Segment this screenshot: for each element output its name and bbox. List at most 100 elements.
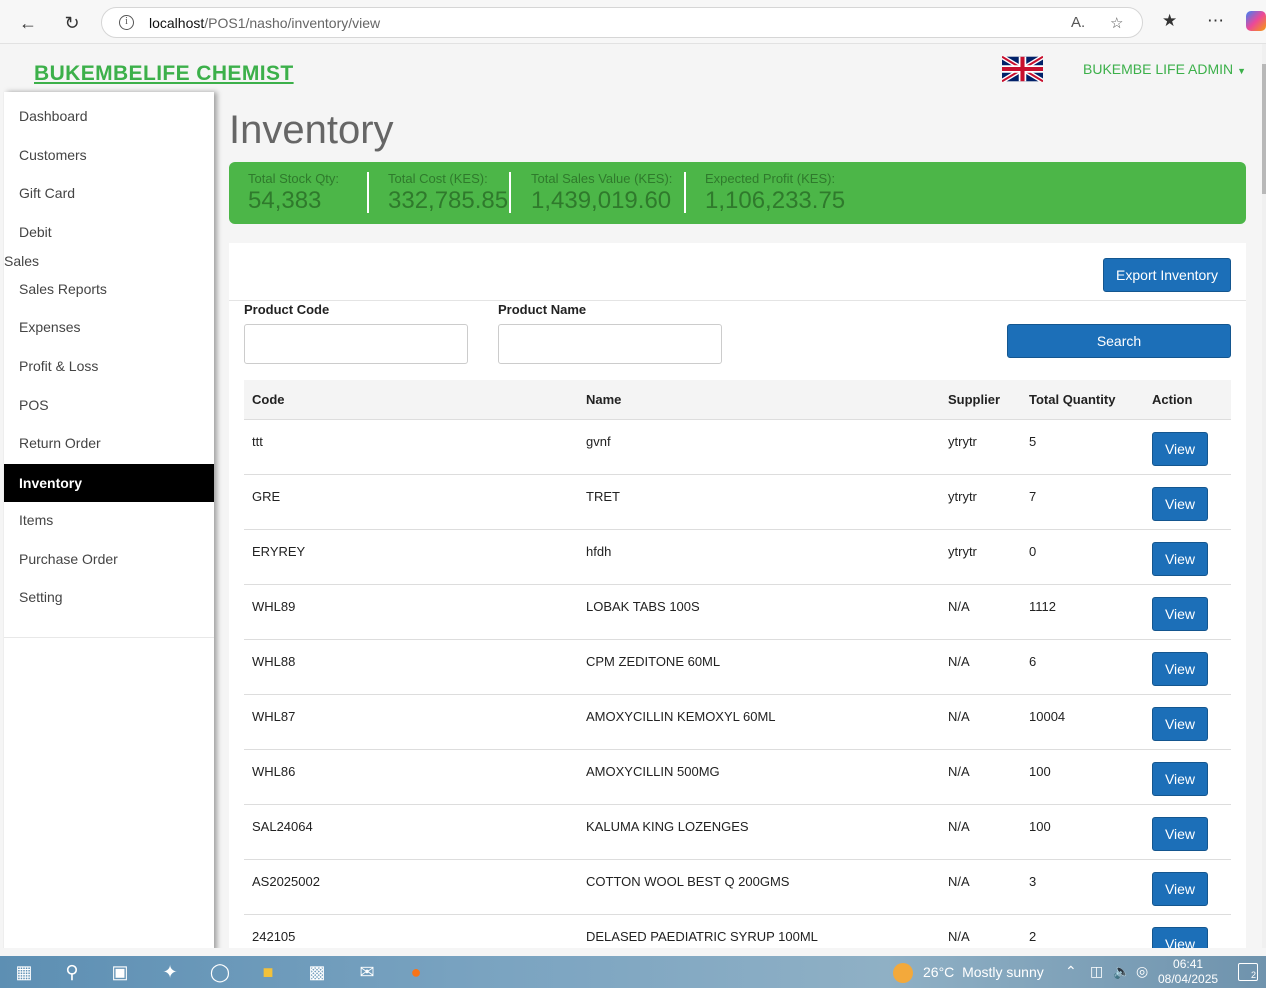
copilot-taskbar-icon[interactable]: ✦ — [158, 960, 182, 984]
sidebar-item-sales-reports[interactable]: Sales Reports — [4, 270, 214, 308]
caret-down-icon: ▼ — [1237, 66, 1247, 76]
sidebar-item-customers[interactable]: Customers — [4, 136, 214, 174]
back-icon[interactable]: ← — [14, 9, 42, 37]
clock-time: 06:41 — [1173, 957, 1204, 971]
sidebar-item-return-order[interactable]: Return Order — [4, 424, 214, 462]
table-row: ttt gvnf ytrytr 5 View — [244, 420, 1231, 475]
sidebar-item-profit-loss[interactable]: Profit & Loss — [4, 347, 214, 385]
copilot-icon[interactable] — [1246, 11, 1266, 31]
favorite-star-icon[interactable]: ☆ — [1110, 14, 1123, 32]
cell-code: AS2025002 — [252, 874, 320, 889]
cell-quantity: 6 — [1029, 654, 1037, 669]
table-row: GRE TRET ytrytr 7 View — [244, 475, 1231, 530]
sidebar-item-pos[interactable]: POS — [4, 386, 214, 424]
card-divider — [229, 300, 1246, 301]
cell-supplier: N/A — [948, 599, 970, 614]
weather-sun-icon[interactable] — [893, 963, 913, 983]
view-button[interactable]: View — [1152, 432, 1208, 466]
cell-quantity: 2 — [1029, 929, 1037, 944]
cell-supplier: N/A — [948, 764, 970, 779]
view-button[interactable]: View — [1152, 597, 1208, 631]
weather-widget[interactable]: 26°C Mostly sunny — [923, 964, 1044, 980]
cell-quantity: 100 — [1029, 764, 1051, 779]
sidebar-heading-sales[interactable]: Sales — [4, 253, 39, 269]
cell-quantity: 5 — [1029, 434, 1037, 449]
sidebar-divider — [4, 637, 214, 638]
edge-icon[interactable]: ◯ — [208, 960, 232, 984]
firefox-icon[interactable]: ● — [404, 960, 428, 984]
cell-name: gvnf — [586, 434, 611, 449]
cell-name: DELASED PAEDIATRIC SYRUP 100ML — [586, 929, 818, 944]
view-button[interactable]: View — [1152, 707, 1208, 741]
export-inventory-button[interactable]: Export Inventory — [1103, 258, 1231, 292]
stat-value: 1,439,019.60 — [531, 187, 672, 214]
product-name-input[interactable] — [498, 324, 722, 364]
network-globe-icon[interactable]: ◎ — [1136, 963, 1148, 980]
sidebar-item-expenses[interactable]: Expenses — [4, 308, 214, 346]
scrollbar-thumb[interactable] — [1262, 64, 1266, 194]
view-button[interactable]: View — [1152, 762, 1208, 796]
file-explorer-icon[interactable]: ■ — [256, 960, 280, 984]
sidebar-item-purchase-order[interactable]: Purchase Order — [4, 540, 214, 578]
reload-icon[interactable]: ↻ — [58, 9, 86, 37]
sidebar-item-setting[interactable]: Setting — [4, 578, 214, 616]
stat-label: Total Stock Qty: — [248, 171, 340, 186]
table-row: AS2025002 COTTON WOOL BEST Q 200GMS N/A 3 Vi… — [244, 860, 1231, 915]
sidebar-item-items[interactable]: Items — [4, 501, 214, 539]
cell-supplier: N/A — [948, 819, 970, 834]
sidebar-item-dashboard[interactable]: Dashboard — [4, 97, 214, 135]
table-row: 242105 DELASED PAEDIATRIC SYRUP 100ML N/A 2… — [244, 915, 1231, 948]
header-total-quantity: Total Quantity — [1029, 392, 1116, 407]
favorites-icon[interactable]: ★ — [1162, 11, 1177, 31]
more-menu-icon[interactable]: ⋯ — [1207, 11, 1224, 31]
address-bar[interactable]: i localhost/POS1/nasho/inventory/view A.… — [101, 7, 1143, 38]
clock-date: 08/04/2025 — [1158, 972, 1219, 986]
sidebar-item-inventory[interactable]: Inventory — [4, 464, 214, 502]
read-aloud-icon[interactable]: A. — [1071, 14, 1085, 31]
uk-flag-icon[interactable] — [1002, 56, 1043, 82]
search-icon[interactable]: ⚲ — [60, 960, 84, 984]
view-button[interactable]: View — [1152, 872, 1208, 906]
header-code: Code — [252, 392, 285, 407]
product-code-input[interactable] — [244, 324, 468, 364]
stat-total-stock: Total Stock Qty: 54,383 — [248, 171, 339, 215]
sidebar-item-gift-card[interactable]: Gift Card — [4, 174, 214, 212]
cell-quantity: 100 — [1029, 819, 1051, 834]
task-view-icon[interactable]: ▣ — [108, 960, 132, 984]
cell-code: WHL88 — [252, 654, 296, 669]
notifications-icon[interactable]: 2 — [1238, 963, 1258, 981]
table-row: WHL86 AMOXYCILLIN 500MG N/A 100 View — [244, 750, 1231, 805]
window-bottom-edge — [0, 948, 1266, 956]
site-info-icon[interactable]: i — [119, 15, 134, 30]
cell-code: SAL24064 — [252, 819, 313, 834]
outlook-icon[interactable]: ✉ — [355, 960, 379, 984]
cell-quantity: 10004 — [1029, 709, 1066, 724]
search-button[interactable]: Search — [1007, 324, 1231, 358]
cell-name: LOBAK TABS 100S — [586, 599, 700, 614]
sidebar-item-debit[interactable]: Debit — [4, 213, 214, 251]
header-supplier: Supplier — [948, 392, 1001, 407]
admin-menu[interactable]: BUKEMBE LIFE ADMIN ▼ — [1083, 61, 1246, 77]
stat-value: 332,785.85 — [388, 187, 509, 214]
cell-name: KALUMA KING LOZENGES — [586, 819, 749, 834]
clock[interactable]: 06:41 08/04/2025 — [1158, 957, 1218, 987]
cell-code: ERYREY — [252, 544, 306, 559]
view-button[interactable]: View — [1152, 487, 1208, 521]
brand-logo[interactable]: BUKEMBELIFE CHEMIST — [34, 62, 294, 86]
volume-icon[interactable]: 🔈 — [1113, 963, 1130, 980]
view-button[interactable]: View — [1152, 542, 1208, 576]
view-button[interactable]: View — [1152, 652, 1208, 686]
cell-supplier: ytrytr — [948, 544, 977, 559]
table-header: Code Name Supplier Total Quantity Action — [244, 380, 1231, 420]
chevron-up-icon[interactable]: ⌃ — [1065, 963, 1077, 980]
store-icon[interactable]: ▩ — [305, 960, 329, 984]
windows-start-icon[interactable]: ▦ — [12, 960, 36, 984]
stat-label: Expected Profit (KES): — [705, 171, 836, 186]
meet-icon[interactable]: ◫ — [1090, 963, 1103, 980]
view-button[interactable]: View — [1152, 817, 1208, 851]
cell-name: COTTON WOOL BEST Q 200GMS — [586, 874, 790, 889]
inventory-card: Export Inventory Product Code Product Na… — [229, 243, 1246, 948]
cell-code: 242105 — [252, 929, 296, 944]
stat-total-sales-value: Total Sales Value (KES): 1,439,019.60 — [531, 171, 672, 215]
view-button[interactable]: View — [1152, 927, 1208, 948]
